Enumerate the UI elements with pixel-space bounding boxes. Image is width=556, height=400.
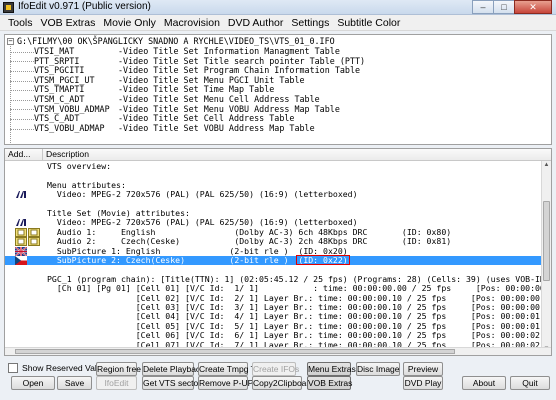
tree-branch <box>10 61 34 63</box>
menu-tools[interactable]: Tools <box>4 15 37 30</box>
save-button[interactable]: Save <box>57 376 92 390</box>
description-list[interactable]: Add... Description VTS overview: Menu att… <box>4 148 552 356</box>
ifoedit-button[interactable]: IfoEdit <box>96 376 137 390</box>
window-controls: – □ ✕ <box>472 0 552 14</box>
horizontal-scrollbar[interactable] <box>5 347 551 355</box>
about-button[interactable]: About <box>462 376 506 390</box>
tree-branch <box>10 109 34 111</box>
vob-extras-button[interactable]: VOB Extras <box>307 376 352 390</box>
tree-branch <box>10 80 34 82</box>
list-row-text: Video: MPEG-2 720x576 (PAL) (PAL 625/50)… <box>47 189 358 200</box>
scroll-thumb[interactable] <box>543 201 550 281</box>
title-bar: IfoEdit v0.971 (Public version) – □ ✕ <box>0 0 556 15</box>
list-row[interactable]: VTS overview: <box>5 161 541 171</box>
list-body: VTS overview: Menu attributes: Video: MPE… <box>5 161 551 354</box>
menu-settings[interactable]: Settings <box>287 15 333 30</box>
tree-branch <box>10 51 34 53</box>
tree-item-code: VTS_VOBU_ADMAP <box>34 122 105 133</box>
create-ifos-button[interactable]: Create IFOs <box>252 362 299 376</box>
list-header: Add... Description <box>5 149 551 161</box>
app-icon <box>3 2 14 13</box>
copy2clipboard-button[interactable]: Copy2Clipboard <box>252 376 314 390</box>
ifo-structure-tree[interactable]: − G:\FILMY\00 OK\ŠPANGLICKY SNADNO A RYC… <box>4 34 552 145</box>
create-tmpg-t-button[interactable]: Create Tmpg T. <box>198 362 257 376</box>
video-icon <box>15 190 27 199</box>
video-icon <box>15 218 27 227</box>
collapse-icon[interactable]: − <box>7 38 14 46</box>
tree-branch <box>10 99 34 101</box>
delete-playback-button[interactable]: Delete Playback <box>142 362 204 376</box>
tree-branch <box>10 128 34 130</box>
window-title: IfoEdit v0.971 (Public version) <box>18 1 151 12</box>
menu-macrovision[interactable]: Macrovision <box>160 15 224 30</box>
menu-movie-only[interactable]: Movie Only <box>99 15 160 30</box>
open-button[interactable]: Open <box>11 376 55 390</box>
tree-item-description: -Video Title Set VOBU Address Map Table <box>118 122 315 133</box>
minimize-button[interactable]: – <box>472 0 494 14</box>
remove-pups-button[interactable]: Remove P-UPs <box>198 376 258 390</box>
menu-subtitle-color[interactable]: Subtitle Color <box>333 15 404 30</box>
disc-image-button[interactable]: Disc Image <box>356 362 400 376</box>
close-button[interactable]: ✕ <box>514 0 552 14</box>
highlight-box <box>296 255 350 266</box>
maximize-button[interactable]: □ <box>493 0 515 14</box>
menu-dvd-author[interactable]: DVD Author <box>224 15 287 30</box>
dvd-play-button[interactable]: DVD Play <box>403 376 443 390</box>
list-row-selected[interactable]: SubPicture 2: Czech(Ceske) (2-bit rle ) … <box>5 255 541 266</box>
tree-branch <box>10 118 34 120</box>
show-reserved-values-checkbox[interactable] <box>8 363 18 373</box>
audio-icon <box>28 227 40 237</box>
tree-item-list: VTSI_MAT -Video Title Set Information Man… <box>10 46 365 134</box>
menu-extras-button[interactable]: Menu Extras <box>307 362 356 376</box>
uk-flag-icon <box>14 245 28 257</box>
list-row-text: VTS overview: <box>47 161 112 171</box>
bottom-toolbar: Show Reserved Values Open Save IfoEdit R… <box>0 358 556 400</box>
audio-icon <box>28 237 40 247</box>
vertical-scrollbar[interactable]: ▲ ▼ <box>541 161 551 354</box>
tree-branch <box>10 90 34 92</box>
tree-item[interactable]: VTS_VOBU_ADMAP -Video Title Set VOBU Addr… <box>10 122 365 134</box>
column-header-description[interactable]: Description <box>43 149 89 160</box>
audio-icon <box>15 237 27 247</box>
menu-bar: Tools VOB Extras Movie Only Macrovision … <box>0 15 556 31</box>
get-vts-sectors-button[interactable]: Get VTS sectors <box>142 376 205 390</box>
column-header-add[interactable]: Add... <box>5 149 43 160</box>
scroll-up-icon[interactable]: ▲ <box>542 161 551 170</box>
quit-button[interactable]: Quit <box>510 376 550 390</box>
hscroll-thumb[interactable] <box>15 349 455 354</box>
menu-vob-extras[interactable]: VOB Extras <box>37 15 100 30</box>
preview-button[interactable]: Preview <box>403 362 443 376</box>
audio-icon <box>15 227 27 237</box>
list-row[interactable]: Video: MPEG-2 720x576 (PAL) (PAL 625/50)… <box>5 189 541 200</box>
region-free-button[interactable]: Region free <box>96 362 141 376</box>
czech-flag-icon <box>15 256 27 265</box>
tree-branch <box>10 70 34 72</box>
